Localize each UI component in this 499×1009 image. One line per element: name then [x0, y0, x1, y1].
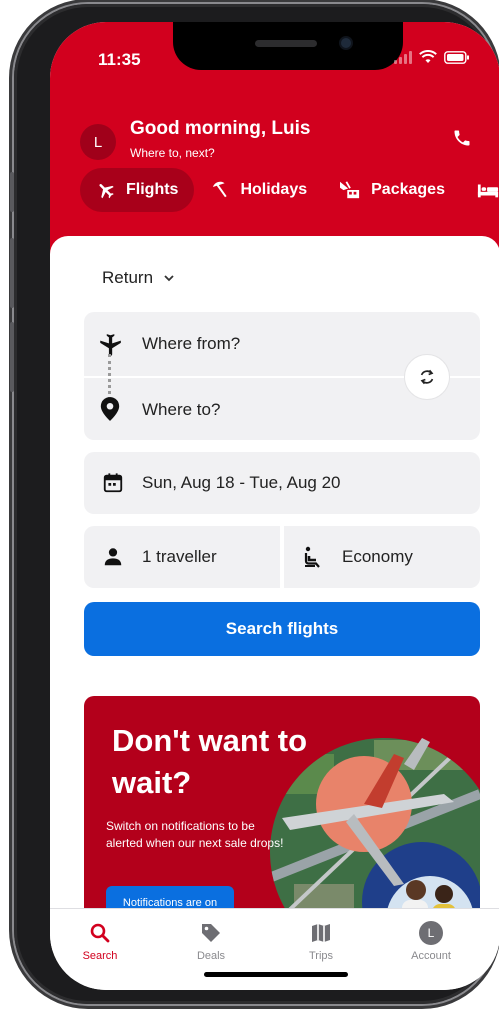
phone-call-icon[interactable]: [452, 128, 472, 148]
tab-trips[interactable]: Trips: [281, 921, 361, 962]
tab-account[interactable]: L Account: [391, 921, 471, 962]
dates-value: Sun, Aug 18 - Tue, Aug 20: [142, 473, 341, 492]
tab-flights-label: Flights: [126, 181, 179, 198]
search-flights-button[interactable]: Search flights: [84, 602, 480, 656]
destination-input[interactable]: Where to?: [142, 400, 220, 420]
tab-packages-label: Packages: [371, 181, 445, 198]
map-icon: [312, 924, 330, 942]
person-icon: [104, 548, 122, 566]
swap-icon: [420, 369, 434, 385]
notch: [173, 22, 403, 70]
travellers-value: 1 traveller: [142, 547, 217, 566]
beach-umbrella-icon: [213, 181, 228, 198]
tag-icon: [202, 924, 220, 942]
trip-type-value: Return: [102, 268, 154, 287]
volume-up-button: [10, 238, 14, 308]
front-camera: [339, 36, 353, 50]
tab-deals[interactable]: Deals: [171, 921, 251, 962]
phone-frame: 11:35 L Good morning, Luis Where to, nex…: [10, 4, 499, 1004]
tab-deals-label: Deals: [196, 950, 226, 962]
tab-holidays-label: Holidays: [240, 181, 308, 198]
greeting-subtitle: Where to, next?: [130, 146, 215, 160]
tab-packages[interactable]: Packages: [323, 168, 461, 212]
promo-description: Switch on notifications to be alerted wh…: [106, 819, 284, 850]
avatar-icon: L: [419, 921, 443, 945]
location-pin-icon: [100, 397, 120, 421]
battery-icon: [444, 50, 469, 64]
travellers-field[interactable]: 1 traveller: [84, 526, 280, 588]
status-icons: [394, 50, 470, 64]
speaker: [255, 40, 317, 47]
tab-stays[interactable]: S: [461, 168, 499, 212]
bottom-tab-bar: Search Deals Trips L Account: [50, 908, 499, 990]
tab-account-label: Account: [411, 950, 451, 962]
volume-down-button: [10, 322, 14, 392]
app-screen: 11:35 L Good morning, Luis Where to, nex…: [50, 22, 499, 990]
trip-type-select[interactable]: Return: [102, 268, 175, 288]
cabin-class-value: Economy: [342, 547, 413, 566]
route-fields: Where from? Where to?: [84, 312, 480, 440]
tab-holidays[interactable]: Holidays: [194, 168, 323, 212]
greeting-title: Good morning, Luis: [130, 118, 311, 139]
tab-search-label: Search: [82, 950, 118, 962]
status-time: 11:35: [98, 50, 141, 69]
home-indicator[interactable]: [204, 972, 348, 977]
wifi-icon: [419, 50, 437, 63]
search-icon: [90, 923, 110, 943]
cabin-class-field[interactable]: Economy: [284, 526, 480, 588]
travel-mode-tabs: Flights Holidays Packages: [80, 168, 499, 212]
plane-icon: [99, 184, 114, 199]
tab-flights[interactable]: Flights: [80, 168, 195, 212]
chevron-down-icon: [164, 275, 174, 282]
tab-search[interactable]: Search: [60, 921, 140, 962]
origin-input[interactable]: Where from?: [142, 334, 240, 354]
mute-switch: [10, 172, 14, 212]
bed-icon: [477, 184, 499, 198]
signal-icon: [394, 50, 412, 64]
calendar-icon: [103, 473, 123, 493]
tab-trips-label: Trips: [308, 950, 334, 962]
swap-route-button[interactable]: [404, 354, 450, 400]
plane-hotel-icon: [340, 181, 360, 199]
seat-icon: [304, 546, 320, 568]
user-avatar[interactable]: L: [80, 124, 116, 160]
notification-promo-card: Don't want to wait? Switch on notificati…: [84, 696, 480, 936]
dates-field[interactable]: Sun, Aug 18 - Tue, Aug 20: [84, 452, 480, 514]
promo-title: Don't want to wait?: [112, 723, 308, 800]
